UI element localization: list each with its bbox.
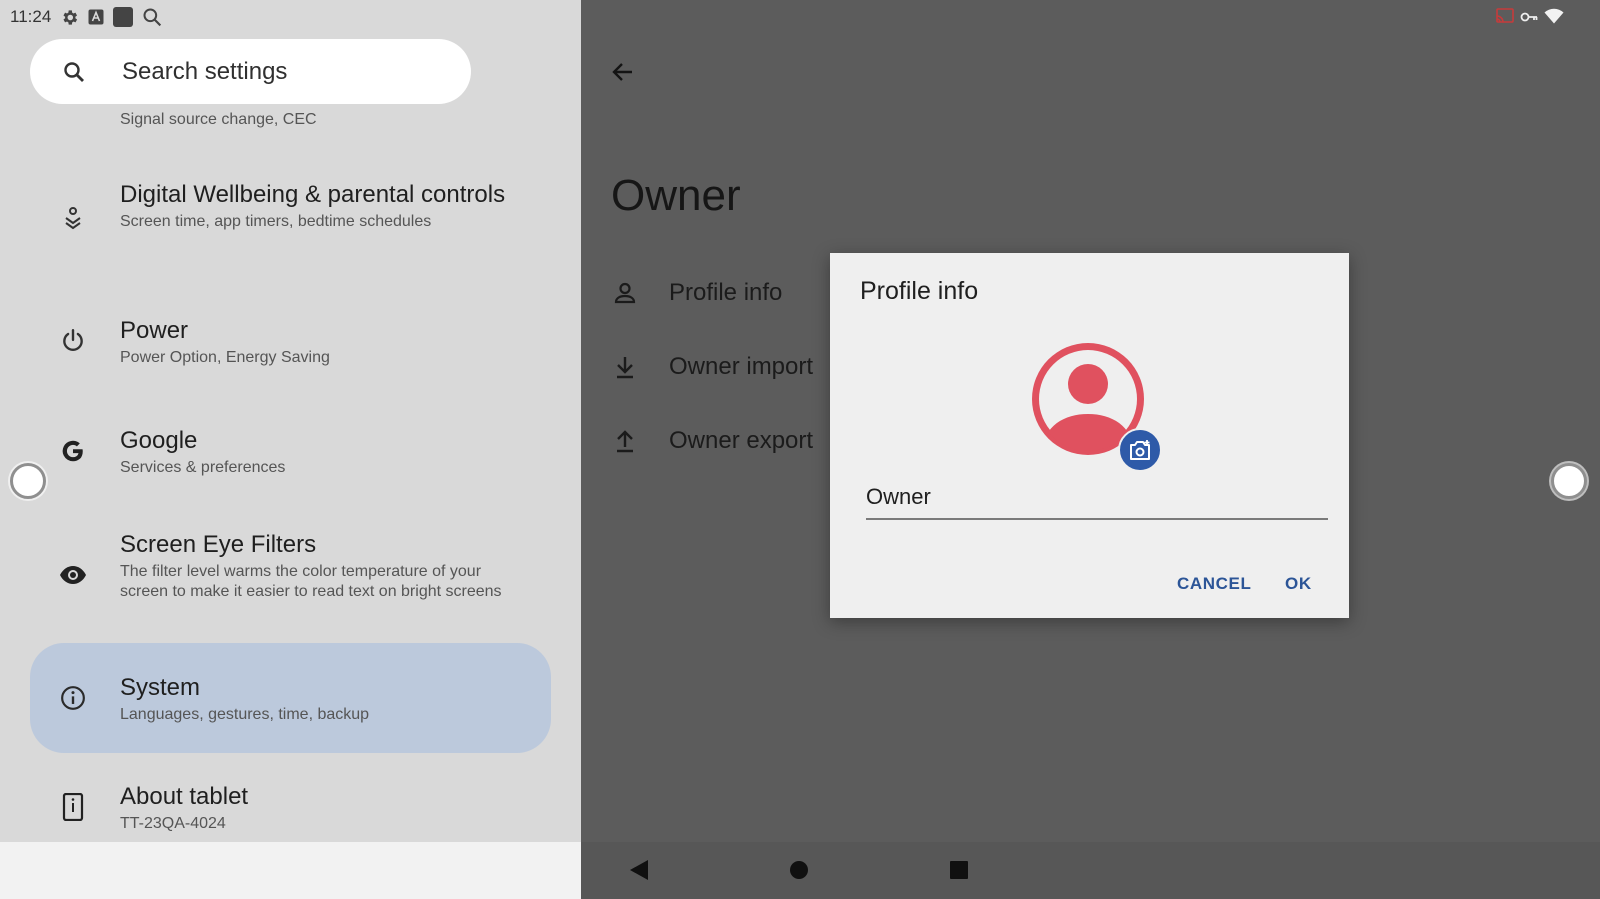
- owner-item-label: Owner export: [669, 427, 814, 454]
- settings-item-system[interactable]: System Languages, gestures, time, backup: [30, 643, 551, 753]
- a-icon: [88, 9, 104, 25]
- person-icon: [611, 279, 639, 307]
- search-input[interactable]: [120, 56, 424, 87]
- download-icon: [611, 353, 639, 381]
- page-title: Owner: [611, 171, 741, 220]
- info-icon: [58, 683, 88, 713]
- dialog-title: Profile info: [860, 277, 979, 305]
- nav-recents-button[interactable]: [941, 852, 977, 888]
- back-arrow-button[interactable]: [607, 56, 639, 88]
- owner-item-owner-import[interactable]: Owner import: [611, 347, 813, 387]
- settings-item-subtitle: The filter level warms the color tempera…: [120, 563, 502, 600]
- settings-item-title: Google: [120, 427, 198, 454]
- settings-item-digital-wellbeing[interactable]: Digital Wellbeing & parental controls Sc…: [30, 174, 551, 272]
- gear-icon: [60, 8, 79, 27]
- search-bar[interactable]: [30, 39, 471, 104]
- settings-item-title: Digital Wellbeing & parental controls: [120, 181, 506, 208]
- settings-item-subtitle: Services & preferences: [120, 459, 286, 476]
- settings-item-subtitle: TT-23QA-4024: [120, 815, 226, 832]
- settings-item-about-tablet[interactable]: About tablet TT-23QA-4024: [30, 770, 551, 842]
- signal-source-subtitle: Signal source change, CEC: [120, 111, 317, 128]
- power-icon: [58, 326, 88, 356]
- right-drag-handle[interactable]: [1551, 463, 1587, 499]
- owner-name-input[interactable]: [866, 480, 1328, 520]
- owner-item-label: Owner import: [669, 353, 814, 380]
- tablet-icon: [58, 792, 88, 822]
- settings-item-screen-eye-filters[interactable]: Screen Eye Filters The filter level warm…: [30, 520, 551, 630]
- recents-square-icon: [950, 861, 968, 879]
- left-bottom-strip: [0, 842, 581, 899]
- eye-icon: [58, 560, 88, 590]
- system-nav-bar: [581, 842, 1600, 899]
- add-photo-icon: [1130, 440, 1150, 460]
- search-icon: [60, 58, 88, 86]
- square-icon: [113, 7, 134, 27]
- status-time: 11:24: [10, 7, 52, 26]
- settings-item-title: Power: [120, 317, 189, 344]
- left-drag-handle[interactable]: [10, 463, 46, 499]
- back-triangle-icon: [630, 860, 648, 880]
- wifi-icon: [1544, 8, 1564, 29]
- home-circle-icon: [790, 861, 808, 879]
- status-bar-right: [1496, 8, 1564, 29]
- cancel-button[interactable]: CANCEL: [1177, 574, 1251, 594]
- settings-item-google[interactable]: Google Services & preferences: [30, 414, 551, 494]
- settings-item-title: About tablet: [120, 783, 249, 810]
- vpn-key-icon: [1520, 10, 1538, 28]
- settings-item-title: System: [120, 674, 201, 701]
- ok-button[interactable]: OK: [1285, 574, 1312, 594]
- settings-item-power[interactable]: Power Power Option, Energy Saving: [30, 304, 551, 384]
- status-bar-left: 11:24: [10, 6, 162, 28]
- google-icon: [58, 436, 88, 466]
- settings-item-subtitle: Screen time, app timers, bedtime schedul…: [120, 213, 432, 230]
- owner-item-label: Profile info: [669, 279, 783, 306]
- settings-item-subtitle: Languages, gestures, time, backup: [120, 706, 370, 723]
- nav-home-button[interactable]: [781, 852, 817, 888]
- change-photo-button[interactable]: [1118, 428, 1162, 472]
- settings-item-title: Screen Eye Filters: [120, 531, 317, 558]
- search-icon: [142, 7, 162, 27]
- profile-info-dialog: Profile info CANCEL OK: [830, 253, 1349, 618]
- nav-back-button[interactable]: [621, 852, 657, 888]
- upload-icon: [611, 427, 639, 455]
- settings-item-subtitle: Power Option, Energy Saving: [120, 349, 330, 366]
- wellbeing-icon: [58, 204, 88, 234]
- back-arrow-icon: [612, 63, 632, 81]
- settings-list-pane: 11:24 Signal source change, CEC Digital …: [0, 0, 581, 842]
- cast-icon: [1496, 8, 1514, 29]
- owner-item-profile-info[interactable]: Profile info: [611, 273, 782, 313]
- owner-item-owner-export[interactable]: Owner export: [611, 421, 813, 461]
